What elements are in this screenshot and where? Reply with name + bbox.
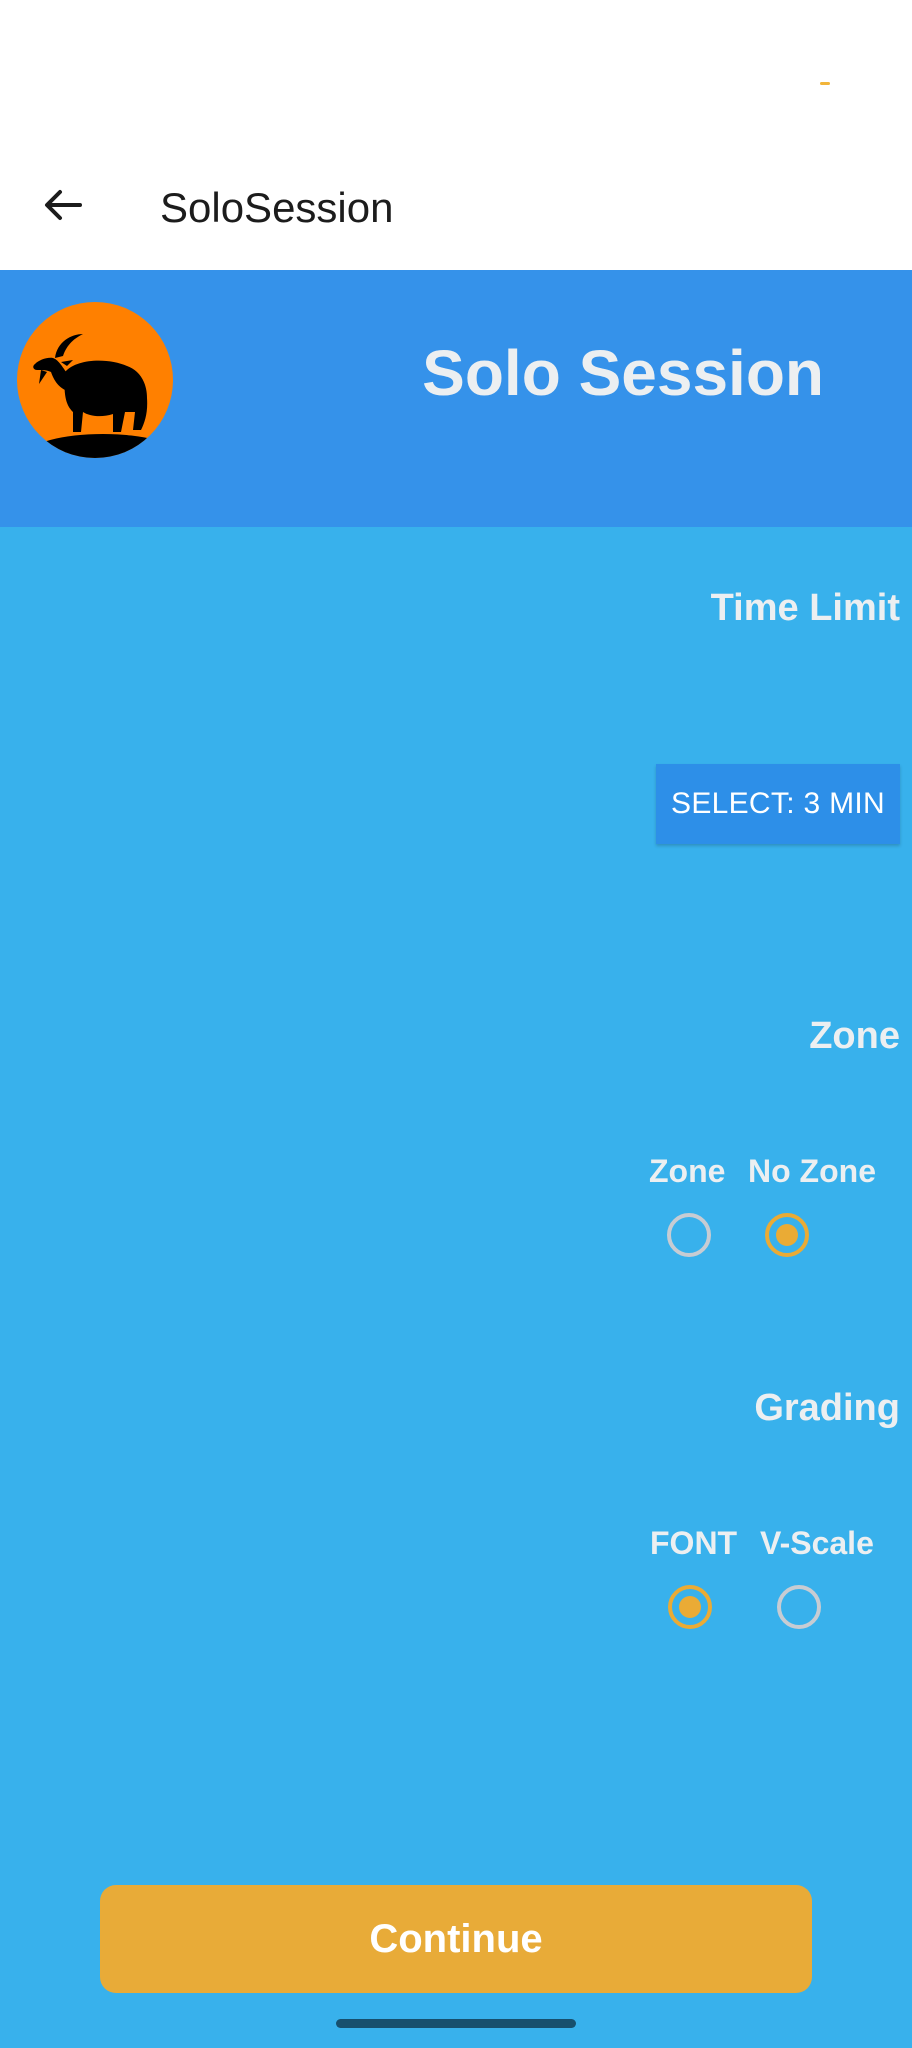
font-radio[interactable] bbox=[668, 1585, 712, 1629]
v-scale-radio[interactable] bbox=[777, 1585, 821, 1629]
header-banner: Solo Session bbox=[0, 270, 912, 527]
font-option-label: FONT bbox=[650, 1525, 738, 1561]
zone-option-label: Zone bbox=[649, 1153, 726, 1189]
app-bar-title: SoloSession bbox=[160, 184, 394, 231]
status-indicator bbox=[820, 82, 830, 85]
time-limit-label: Time Limit bbox=[710, 587, 900, 629]
continue-button[interactable]: Continue bbox=[100, 1885, 812, 1993]
zone-label: Zone bbox=[809, 1015, 900, 1057]
arrow-left-icon[interactable] bbox=[38, 180, 88, 230]
settings-panel: Time Limit SELECT: 3 MIN Zone Zone No Zo… bbox=[0, 527, 912, 2048]
zone-radio[interactable] bbox=[667, 1213, 711, 1257]
home-indicator[interactable] bbox=[336, 2019, 576, 2028]
status-bar bbox=[0, 0, 912, 150]
v-scale-option-label: V-Scale bbox=[760, 1525, 874, 1561]
grading-label: Grading bbox=[754, 1387, 900, 1429]
goat-logo bbox=[17, 302, 173, 458]
header-title: Solo Session bbox=[422, 337, 824, 409]
no-zone-option-label: No Zone bbox=[748, 1153, 876, 1189]
no-zone-radio[interactable] bbox=[765, 1213, 809, 1257]
select-time-button[interactable]: SELECT: 3 MIN bbox=[656, 764, 900, 844]
app-bar: SoloSession bbox=[0, 150, 912, 270]
